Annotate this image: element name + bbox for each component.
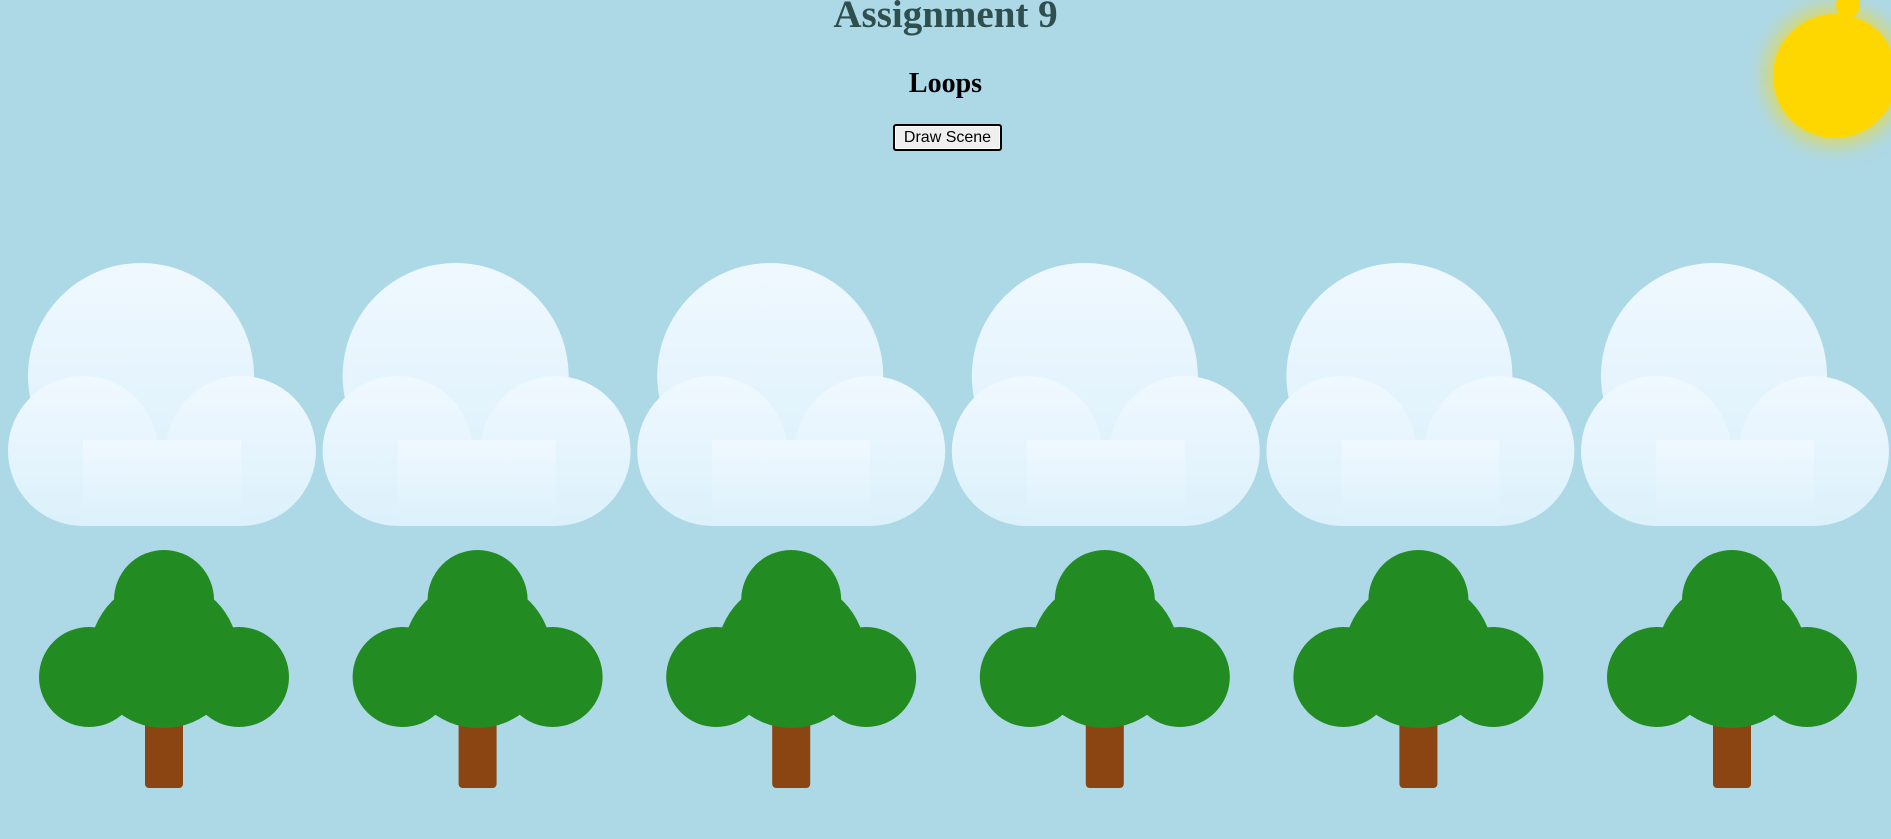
- tree: [39, 550, 289, 788]
- tree: [666, 550, 917, 788]
- cloud: [322, 263, 631, 526]
- cloud: [1266, 263, 1575, 526]
- scene-canvas: [8, 263, 1889, 788]
- tree-foliage: [39, 550, 289, 728]
- cloud: [637, 263, 946, 526]
- tree-foliage: [352, 550, 603, 728]
- cloud: [1581, 263, 1889, 526]
- tree-foliage: [666, 550, 917, 728]
- tree: [1293, 550, 1544, 788]
- tree: [352, 550, 603, 788]
- tree-foliage: [1607, 550, 1857, 728]
- tree: [1607, 550, 1857, 788]
- clouds-row: [8, 263, 1889, 526]
- cloud: [8, 263, 316, 526]
- trees-row: [39, 550, 1857, 788]
- tree: [979, 550, 1230, 788]
- cloud: [951, 263, 1260, 526]
- tree-foliage: [979, 550, 1230, 728]
- tree-foliage: [1293, 550, 1544, 728]
